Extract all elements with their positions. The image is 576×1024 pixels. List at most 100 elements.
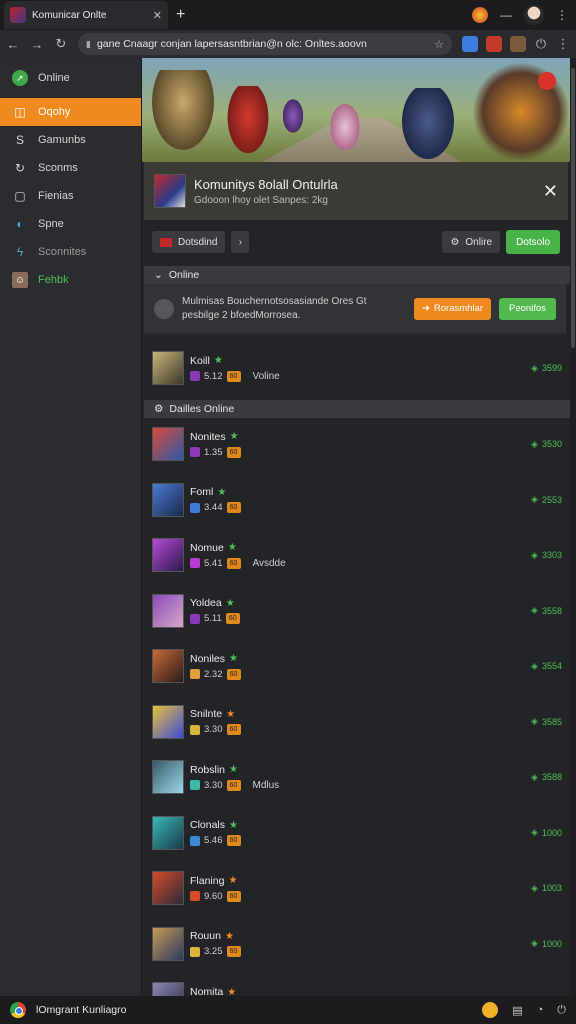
rank-icon — [190, 371, 200, 381]
sidebar-item-label: Online — [38, 72, 70, 84]
url-text[interactable]: gane Cnaagr conjan lapersasntbrian@n olc… — [97, 38, 428, 50]
sidebar-item-fienias[interactable]: ▢ Fienias — [0, 182, 141, 210]
rorasmhlar-label: Rorasmhlar — [433, 303, 484, 314]
menu-dots-icon[interactable]: ⋮ — [556, 8, 568, 22]
browser-menu-icon[interactable]: ⋮ — [556, 36, 570, 52]
sidebar-item-sconms[interactable]: ↻ Sconms — [0, 154, 141, 182]
player-points-value: 1003 — [541, 883, 562, 893]
online-button[interactable]: ⚙ Onlire — [442, 231, 501, 253]
peonifos-button[interactable]: Peonifos — [499, 297, 556, 320]
rorasmhlar-button[interactable]: ➔ Rorasmhlar — [413, 297, 492, 320]
chrome-icon[interactable] — [10, 1002, 26, 1018]
sidebar-item-online[interactable]: ➚ Online — [0, 64, 141, 92]
extension-red-icon[interactable] — [486, 36, 502, 52]
tab-close-icon[interactable]: ✕ — [153, 9, 162, 22]
refresh-icon: ↻ — [14, 161, 26, 175]
scrollbar[interactable] — [570, 58, 576, 996]
player-row[interactable]: Rouun ★ 3.25 60 ◈ 1000 — [152, 926, 562, 962]
dotsdind-button[interactable]: Dotsdind — [152, 231, 226, 253]
player-name: Yoldea — [190, 597, 222, 609]
player-points-value: 3303 — [541, 550, 562, 560]
online-section-header[interactable]: ⌄ Online — [144, 266, 570, 284]
record-button[interactable] — [538, 72, 556, 90]
daily-section-label: Dailles Online — [169, 403, 235, 415]
sidebar-item-gamunbs[interactable]: S Gamunbs — [0, 126, 141, 154]
player-row[interactable]: Flaning ★ 9.60 60 ◈ 1003 — [152, 870, 562, 906]
player-points-value: 1000 — [541, 938, 562, 949]
sidebar-item-spne[interactable]: ◐ Spne — [0, 210, 141, 238]
player-name: Koill — [190, 354, 210, 367]
action-bar: Dotsdind › ⚙ Onlire Dotsolo — [142, 228, 570, 256]
taskbar-app-label[interactable]: lOmgrant Kunliagro — [36, 1004, 126, 1016]
player-tag: 60 — [226, 724, 241, 735]
rank-icon — [190, 724, 200, 735]
forward-icon[interactable]: → — [30, 37, 44, 52]
character-figure — [328, 100, 362, 154]
player-status: Voline — [252, 370, 280, 382]
new-tab-button[interactable]: + — [176, 6, 185, 24]
minimize-icon[interactable]: — — [500, 8, 512, 22]
back-icon[interactable]: ← — [6, 37, 20, 52]
rank-icon — [190, 669, 200, 679]
close-icon[interactable]: ✕ — [543, 181, 558, 202]
weather-icon[interactable] — [482, 1002, 499, 1018]
player-row[interactable]: Nomita ★ — [152, 981, 562, 996]
rank-icon — [190, 780, 200, 790]
star-icon: ★ — [213, 355, 223, 366]
player-avatar — [152, 538, 184, 572]
player-points: ◈ 3588 — [531, 772, 562, 783]
flag-icon — [160, 237, 172, 247]
extension-blue-icon[interactable] — [462, 36, 478, 52]
user-avatar-icon: ☺ — [12, 272, 28, 288]
star-icon: ★ — [227, 986, 237, 997]
star-icon: ★ — [224, 930, 234, 942]
dotsolo-button[interactable]: Dotsolo — [506, 230, 560, 254]
eye-icon: ◈ — [531, 494, 538, 504]
browser-tab[interactable]: Komunicar Onlte ✕ — [4, 1, 168, 29]
player-row[interactable]: Robslin ★ 3.30 60 Mdlus ◈ 3588 — [152, 759, 562, 795]
player-points-value: 3599 — [541, 363, 562, 373]
player-row[interactable]: Noniles ★ 2.32 60 ◈ 3554 — [152, 648, 562, 684]
hero-banner — [142, 58, 570, 162]
extension-brown-icon[interactable] — [510, 36, 526, 52]
community-title: Komunitys 8olall Ontulrla — [194, 176, 338, 192]
player-row[interactable]: Yoldea ★ 5.11 60 ◈ 3558 — [152, 593, 562, 629]
player-name: Nonites — [190, 430, 226, 443]
player-tag: 60 — [226, 835, 241, 846]
player-row[interactable]: Clonals ★ 5.46 60 ◈ 1000 — [152, 815, 562, 851]
player-avatar — [152, 351, 184, 385]
scrollbar-thumb[interactable] — [571, 68, 575, 348]
settings-icon: ⚙ — [450, 236, 460, 248]
player-name: Rouun — [190, 930, 221, 942]
player-tag: 60 — [225, 613, 240, 624]
square-icon: ▢ — [14, 189, 26, 203]
reload-icon[interactable]: ↻ — [54, 36, 68, 52]
player-row[interactable]: Nomue ★ 5.41 60 Avsdde ◈ 3303 — [152, 537, 562, 573]
notice-panel: Mulmisas Bouchernotsosasiande Ores Gt pe… — [144, 284, 566, 334]
address-bar[interactable]: ▮ gane Cnaagr conjan lapersasntbrian@n o… — [78, 33, 452, 55]
chevron-right-button[interactable]: › — [231, 231, 250, 253]
player-avatar — [152, 815, 184, 850]
player-row[interactable]: Snilnte ★ 3.30 60 ◈ 3585 — [152, 704, 562, 740]
star-icon: ★ — [229, 653, 238, 664]
player-name: Nomita — [190, 986, 224, 996]
chevron-down-icon: ⌄ — [154, 269, 163, 281]
player-points: ◈ 1000 — [531, 938, 562, 949]
power-icon[interactable]: ⏻ — [534, 36, 548, 52]
sidebar-item-oqohy[interactable]: ◫ Oqohy — [0, 98, 141, 126]
player-avatar — [152, 760, 184, 794]
extension-icon[interactable] — [472, 7, 488, 23]
notes-icon[interactable]: ▤ — [512, 1004, 522, 1017]
daily-section-header[interactable]: ⚙ Dailles Online — [144, 400, 570, 418]
player-row[interactable]: Foml ★ 3.44 60 ◈ 2553 — [152, 482, 562, 518]
power-icon[interactable]: ⏻ — [557, 1004, 566, 1017]
bookmark-star-icon[interactable]: ☆ — [434, 38, 444, 51]
sidebar-item-sconnites[interactable]: ϟ Sconnites — [0, 238, 141, 266]
featured-player-row[interactable]: Koill ★ 5.12 60 Voline ◈ 3599 — [152, 350, 562, 386]
swirl-icon: S — [15, 133, 24, 147]
player-row[interactable]: Nonites ★ 1.35 60 ◈ 3530 — [152, 426, 562, 462]
sidebar-item-fehbk[interactable]: ☺ Fehbk — [0, 266, 141, 294]
profile-avatar[interactable] — [524, 5, 544, 25]
rank-icon — [190, 946, 200, 957]
wifi-icon[interactable]: ◔ — [537, 1004, 544, 1016]
